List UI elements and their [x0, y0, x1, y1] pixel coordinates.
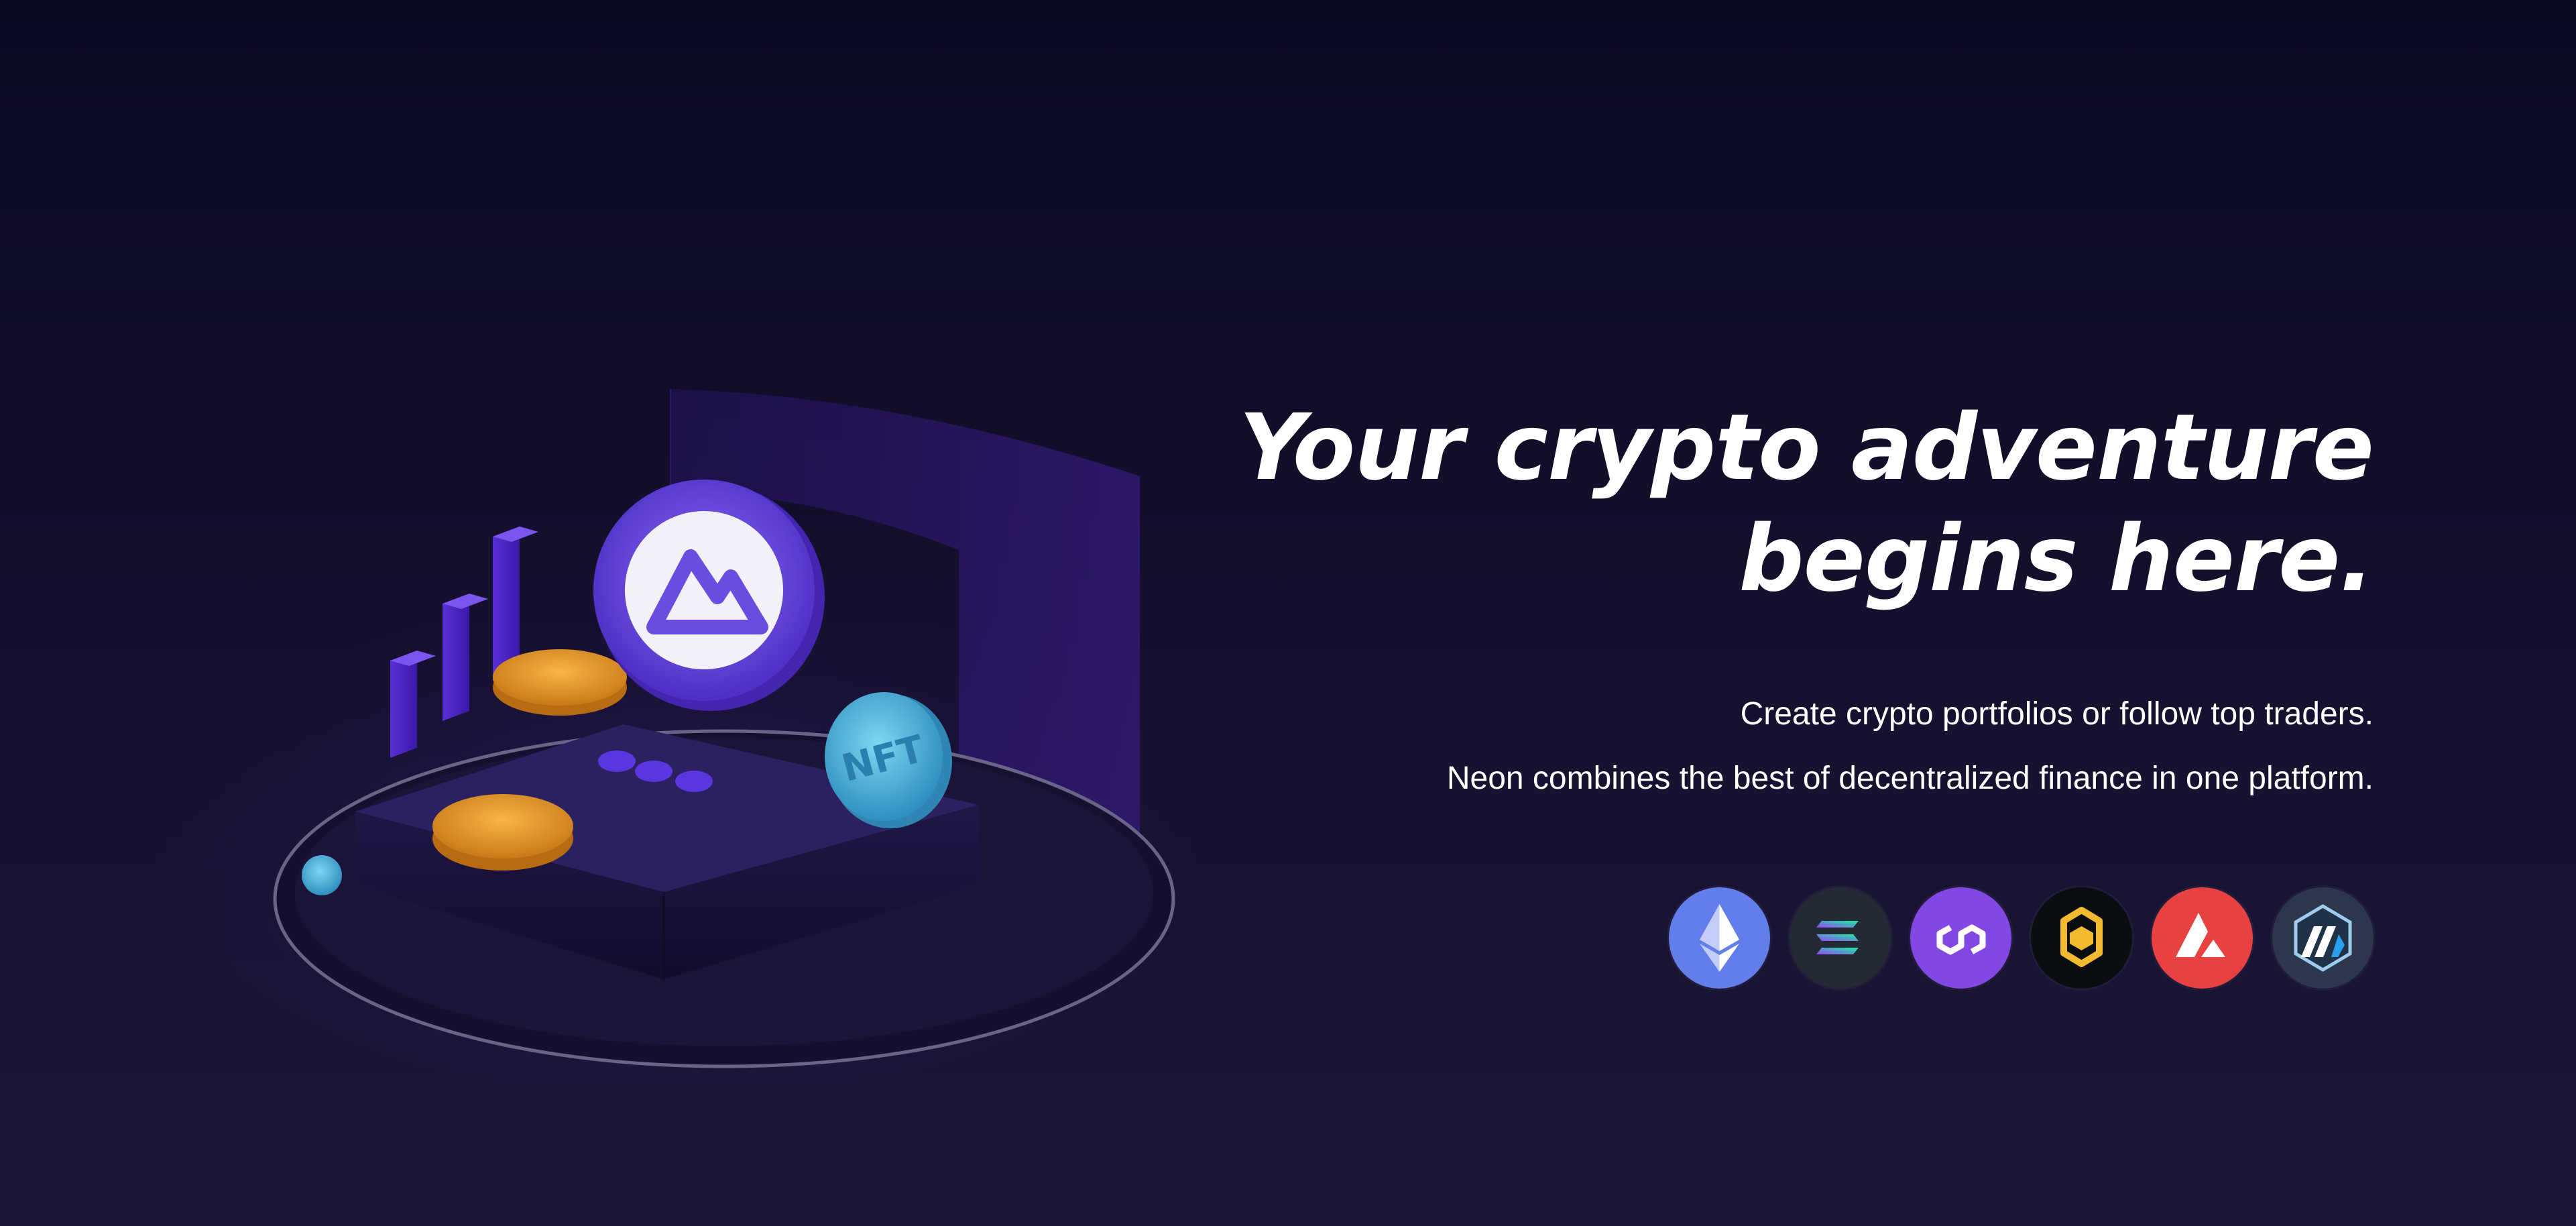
bnb-icon[interactable]: [2031, 887, 2132, 989]
polygon-icon[interactable]: [1910, 887, 2011, 989]
hero-subtitle: Create crypto portfolios or follow top t…: [1100, 682, 2374, 811]
hero-illustration: NFT: [154, 376, 1214, 1086]
headline-line-2: begins here.: [1739, 506, 2374, 612]
hero-headline: Your crypto adventure begins here.: [1100, 392, 2374, 615]
hero-copy: Your crypto adventure begins here. Creat…: [1100, 392, 2374, 811]
avalanche-icon[interactable]: [2152, 887, 2253, 989]
ethereum-icon[interactable]: [1669, 887, 1770, 989]
subtitle-line-1: Create crypto portfolios or follow top t…: [1740, 696, 2374, 732]
headline-line-1: Your crypto adventure: [1238, 395, 2374, 501]
subtitle-line-2: Neon combines the best of decentralized …: [1446, 761, 2374, 796]
solana-icon[interactable]: [1790, 887, 1891, 989]
arbitrum-icon[interactable]: [2272, 887, 2374, 989]
supported-chains: [1669, 887, 2374, 989]
